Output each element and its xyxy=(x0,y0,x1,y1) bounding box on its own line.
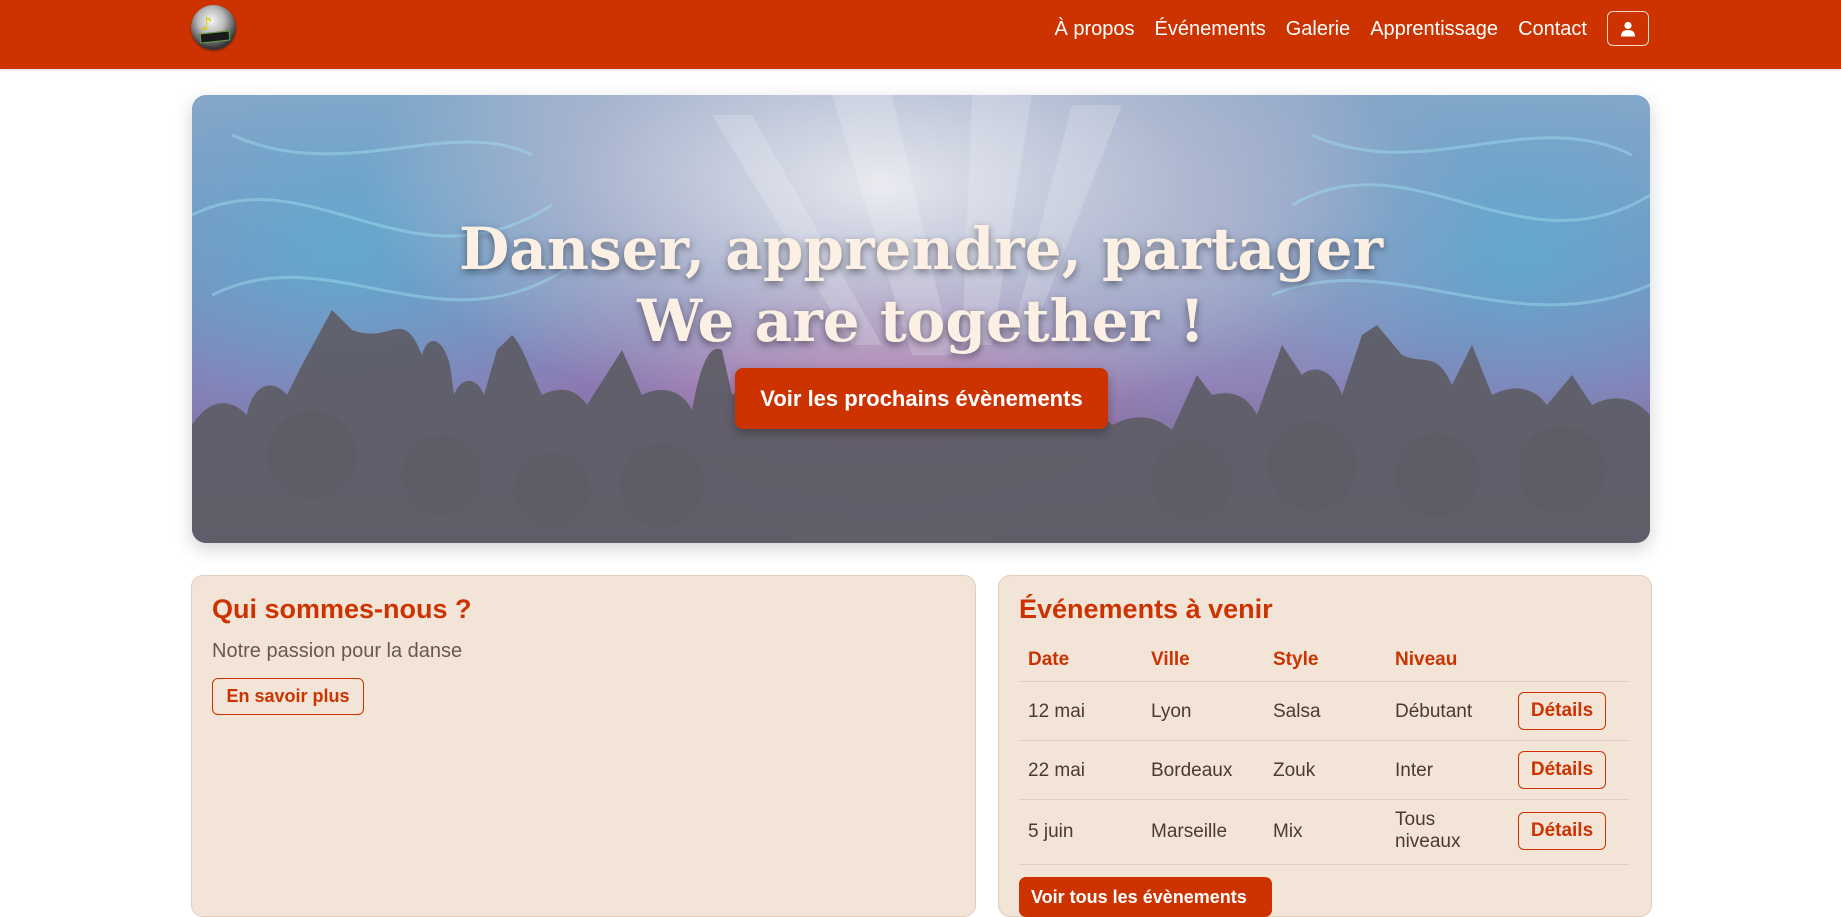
top-navbar: ♪ À propos Événements Galerie Apprentiss… xyxy=(0,0,1841,69)
event-style: Zouk xyxy=(1273,760,1316,781)
event-level: Tous niveaux xyxy=(1395,809,1461,852)
logo-icon[interactable]: ♪ xyxy=(191,5,236,50)
column-header-date: Date xyxy=(1028,649,1070,670)
event-level: Inter xyxy=(1395,760,1434,781)
hero-title-line-1: Danser, apprendre, partager xyxy=(458,215,1384,283)
event-city: Bordeaux xyxy=(1151,760,1233,781)
nav-link-evenements[interactable]: Événements xyxy=(1155,0,1266,58)
event-city: Lyon xyxy=(1151,701,1192,722)
details-button[interactable]: Détails xyxy=(1518,751,1606,789)
event-row: 22 mai Bordeaux Zouk Inter Détails xyxy=(1019,740,1629,800)
hero-banner: Danser, apprendre, partager We are toget… xyxy=(192,95,1650,543)
event-level: Débutant xyxy=(1395,701,1473,722)
details-button[interactable]: Détails xyxy=(1518,812,1606,850)
user-icon xyxy=(1621,21,1635,36)
events-title: Événements à venir xyxy=(1019,594,1273,624)
nav-link-a-propos[interactable]: À propos xyxy=(1054,0,1134,58)
event-row: 5 juin Marseille Mix Tous niveaux Détail… xyxy=(1019,799,1629,865)
column-header-level: Niveau xyxy=(1395,649,1458,670)
event-style: Salsa xyxy=(1273,701,1321,722)
all-events-button[interactable]: Voir tous les évènements xyxy=(1019,877,1272,917)
about-subtitle: Notre passion pour la danse xyxy=(212,640,463,662)
event-row: 12 mai Lyon Salsa Débutant Détails xyxy=(1019,681,1629,741)
about-card: Qui sommes-nous ? Notre passion pour la … xyxy=(191,575,976,917)
event-date: 12 mai xyxy=(1028,701,1086,722)
event-city: Marseille xyxy=(1151,821,1228,842)
about-title: Qui sommes-nous ? xyxy=(212,594,472,624)
main-nav: À propos Événements Galerie Apprentissag… xyxy=(1054,0,1587,58)
upcoming-events-card: Événements à venir Date Ville Style Nive… xyxy=(998,575,1652,917)
event-style: Mix xyxy=(1273,821,1303,842)
nav-link-galerie[interactable]: Galerie xyxy=(1286,0,1350,58)
details-button[interactable]: Détails xyxy=(1518,692,1606,730)
learn-more-button[interactable]: En savoir plus xyxy=(212,678,364,715)
event-date: 5 juin xyxy=(1028,821,1074,842)
nav-link-contact[interactable]: Contact xyxy=(1518,0,1587,58)
column-header-style: Style xyxy=(1273,649,1319,670)
nav-link-apprentissage[interactable]: Apprentissage xyxy=(1370,0,1498,58)
upcoming-events-cta-button[interactable]: Voir les prochains évènements xyxy=(735,368,1108,429)
account-button[interactable] xyxy=(1607,11,1649,46)
hero-title-line-2: We are together ! xyxy=(637,287,1205,355)
event-date: 22 mai xyxy=(1028,760,1086,781)
column-header-city: Ville xyxy=(1151,649,1190,670)
